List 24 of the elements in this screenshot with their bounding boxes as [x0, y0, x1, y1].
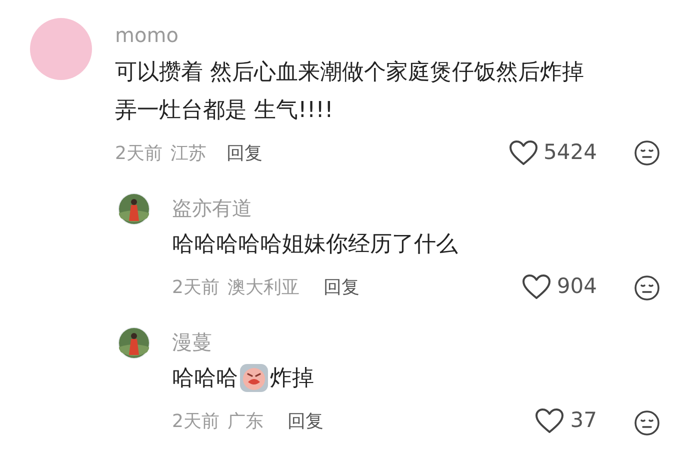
location-label: 江苏: [170, 142, 206, 166]
comment-text: 哈哈哈: [172, 364, 238, 392]
neutral-face-icon[interactable]: [634, 140, 660, 166]
comment-text: 炸掉: [270, 364, 314, 392]
like-count: 904: [556, 273, 597, 300]
like-count: 37: [570, 407, 597, 434]
heart-icon[interactable]: [522, 274, 551, 300]
like-count: 5424: [544, 139, 597, 166]
comment-text: 弄一灶台都是 生气!!!!: [115, 97, 334, 125]
reply-button[interactable]: 回复: [287, 408, 324, 434]
reply-button[interactable]: 回复: [323, 274, 360, 300]
time-label: 2天前: [172, 410, 220, 434]
location-label: 澳大利亚: [227, 276, 300, 300]
comment-text: 哈哈哈哈哈姐妹你经历了什么: [172, 230, 458, 258]
location-label: 广东: [227, 410, 264, 434]
reply-button[interactable]: 回复: [226, 140, 262, 166]
time-label: 2天前: [172, 276, 220, 300]
time-label: 2天前: [115, 142, 162, 166]
sticker-icon: [239, 363, 269, 393]
neutral-face-icon[interactable]: [634, 410, 660, 436]
heart-icon[interactable]: [535, 408, 564, 434]
neutral-face-icon[interactable]: [634, 275, 660, 301]
heart-icon[interactable]: [508, 140, 538, 166]
comment-text: 可以攒着 然后心血来潮做个家庭煲仔饭然后炸掉: [115, 59, 585, 87]
